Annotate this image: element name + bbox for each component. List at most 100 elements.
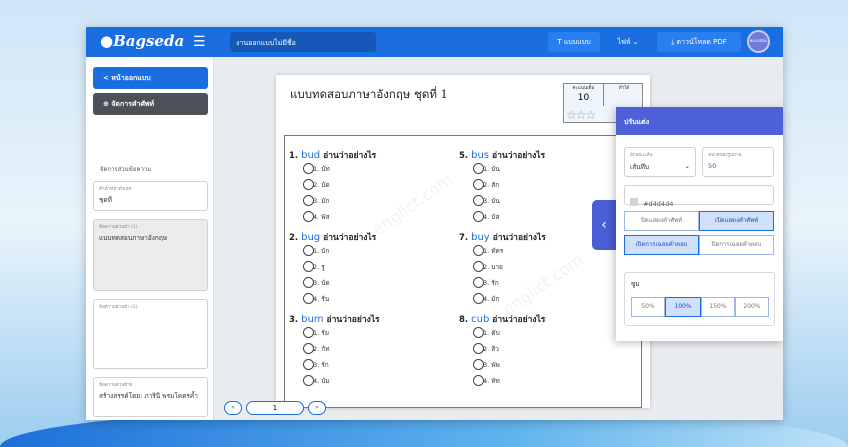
question-prompt: อ่านว่าอย่างไร: [492, 151, 546, 161]
line-style-select[interactable]: ลักษณะเส้น เส้นทึบ ⌄: [624, 147, 696, 177]
color-swatch: [630, 197, 638, 206]
question-item: 5. bus อ่านว่าอย่างไร 1. บัน 2. สัก 3. บัน 4…: [459, 148, 546, 230]
question-word: bum: [301, 314, 324, 325]
hide-answer-button[interactable]: ปิดการเฉลยคำตอบ: [699, 235, 774, 255]
question-column-left: 1. bud อ่านว่าอย่างไร 1. บัท 2. บัด 3. มัก 4…: [289, 148, 380, 394]
question-number: 1.: [289, 151, 299, 161]
field-label: ข้อความส่วนหัว (2): [99, 305, 138, 310]
answer-option[interactable]: 4. มัก: [459, 293, 546, 310]
field-value: สร้างสรรค์โดย: ภารินี พรมโคตรค้ำ: [99, 392, 198, 400]
question-number: 5.: [459, 151, 469, 161]
color-picker[interactable]: #d4d4d4: [624, 185, 774, 208]
answer-option[interactable]: 2. บาย: [459, 261, 546, 278]
question-number: 8.: [459, 315, 469, 325]
size-input[interactable]: ขนาดของรูปภาพ 50: [702, 147, 774, 177]
question-item: 7. buy อ่านว่าอย่างไร 1. ทัคร 2. บาย 3. รัก…: [459, 230, 546, 312]
panel-title: ปรับแต่ง: [616, 107, 783, 135]
answer-option[interactable]: 3. มัก: [289, 195, 380, 212]
question-number: 2.: [289, 233, 299, 243]
field-label: ข้อความส่วนหัว (1): [99, 225, 138, 230]
app-logo[interactable]: ●Bagseda: [100, 32, 184, 50]
header-text-2-field[interactable]: ข้อความส่วนหัว (2): [93, 299, 208, 369]
settings-panel: ปรับแต่ง ลักษณะเส้น เส้นทึบ ⌄ ขนาดของรูป…: [616, 107, 783, 341]
file-menu-button[interactable]: ไฟล์ ⌄: [606, 32, 650, 52]
footer-text-field[interactable]: ข้อความส่วนท้าย สร้างสรรค์โดย: ภารินี พร…: [93, 377, 208, 417]
field-label: ลักษณะเส้น: [630, 153, 653, 158]
question-heading: 1. bud อ่านว่าอย่างไร: [289, 148, 380, 164]
show-vocab-button[interactable]: เปิดแสดงคำศัพท์: [699, 211, 774, 231]
field-label: ข้อความส่วนท้าย: [99, 383, 133, 388]
number-prefix-field[interactable]: คำนำหน้าตัวเลข ชุดที่: [93, 181, 208, 211]
show-answer-button[interactable]: เปิดการเฉลยคำตอบ: [624, 235, 699, 255]
prev-page-button[interactable]: «: [224, 401, 242, 415]
field-value: แบบทดสอบภาษาอังกฤษ: [99, 234, 168, 242]
field-value: ชุดที่: [99, 196, 112, 204]
color-value: #d4d4d4: [643, 200, 674, 208]
answer-option[interactable]: 3. พัพ: [459, 359, 546, 376]
answer-option[interactable]: 4. ทัท: [459, 375, 546, 392]
full-score-value: 10: [577, 93, 590, 103]
field-label: คำนำหน้าตัวเลข: [99, 187, 132, 192]
answer-option[interactable]: 3. บัด: [289, 277, 380, 294]
answer-option[interactable]: 2. สัก: [459, 179, 546, 196]
zoom-group: ซูม 50% 100% 150% 200%: [624, 272, 775, 326]
menu-icon[interactable]: ☰: [193, 34, 206, 50]
avatar[interactable]: BAGSEDA: [747, 30, 770, 53]
question-heading: 7. buy อ่านว่าอย่างไร: [459, 230, 546, 246]
chevron-down-icon: ⌄: [684, 162, 690, 170]
question-item: 1. bud อ่านว่าอย่างไร 1. บัท 2. บัด 3. มัก 4…: [289, 148, 380, 230]
zoom-150-button[interactable]: 150%: [701, 297, 735, 317]
header-text-1-field[interactable]: ข้อความส่วนหัว (1) แบบทดสอบภาษาอังกฤษ: [93, 219, 208, 291]
answer-option[interactable]: 3. บัน: [459, 195, 546, 212]
logo-text: Bagseda: [113, 32, 185, 50]
panel-toggle-chevron-left-icon[interactable]: ‹: [592, 200, 616, 250]
answer-option[interactable]: 4. บัส: [459, 211, 546, 228]
question-prompt: อ่านว่าอย่างไร: [323, 233, 377, 243]
question-column-right: 5. bus อ่านว่าอย่างไร 1. บัน 2. สัก 3. บัน 4…: [459, 148, 546, 394]
answer-option[interactable]: 1. รัม: [289, 327, 380, 344]
zoom-50-button[interactable]: 50%: [631, 297, 665, 317]
next-page-button[interactable]: »: [308, 401, 326, 415]
manage-vocab-button[interactable]: ⊕ จัดการคำศัพท์: [93, 93, 208, 115]
answer-option[interactable]: 2. สิว: [459, 343, 546, 360]
document-name-input[interactable]: งานออกแบบไม่มีชื่อ: [230, 32, 376, 52]
zoom-label: ซูม: [631, 280, 640, 288]
question-prompt: อ่านว่าอย่างไร: [492, 233, 546, 243]
answer-option[interactable]: 3. รัก: [289, 359, 380, 376]
answer-option[interactable]: 1. คับ: [459, 327, 546, 344]
question-heading: 5. bus อ่านว่าอย่างไร: [459, 148, 546, 164]
answer-option[interactable]: 4. พัส: [289, 211, 380, 228]
question-word: buy: [471, 232, 490, 243]
question-number: 7.: [459, 233, 469, 243]
page-number-input[interactable]: 1: [246, 401, 304, 415]
field-label: ขนาดของรูปภาพ: [708, 153, 742, 158]
star-icon: ☆☆☆: [566, 108, 596, 122]
bag-icon: ●: [100, 32, 114, 50]
back-to-design-button[interactable]: < หน้าออกแบบ: [93, 67, 208, 89]
question-word: bud: [301, 150, 321, 161]
full-score-cell: คะแนนเต็ม 10: [564, 84, 604, 106]
answer-option[interactable]: 1. บัท: [289, 163, 380, 180]
answer-option[interactable]: 1. บัก: [289, 245, 380, 262]
answer-option[interactable]: 2. รู: [289, 261, 380, 278]
answer-option[interactable]: 3. รัก: [459, 277, 546, 294]
font-button[interactable]: T แบบแบบ: [548, 32, 600, 52]
question-heading: 8. cub อ่านว่าอย่างไร: [459, 312, 546, 328]
answer-option[interactable]: 2. บัด: [289, 179, 380, 196]
question-item: 8. cub อ่านว่าอย่างไร 1. คับ 2. สิว 3. พัพ 4…: [459, 312, 546, 394]
full-score-label: คะแนนเต็ม: [572, 86, 595, 91]
sidebar: < หน้าออกแบบ ⊕ จัดการคำศัพท์ จัดการส่วนข…: [86, 57, 214, 420]
question-area: 1. bud อ่านว่าอย่างไร 1. บัท 2. บัด 3. มัก 4…: [284, 135, 642, 408]
zoom-200-button[interactable]: 200%: [735, 297, 769, 317]
answer-option[interactable]: 4. บัม: [289, 375, 380, 392]
answer-option[interactable]: 4. รัน: [289, 293, 380, 310]
answer-option[interactable]: 1. บัน: [459, 163, 546, 180]
zoom-100-button[interactable]: 100%: [665, 297, 701, 317]
hide-vocab-button[interactable]: ปิดแสดงคำศัพท์: [624, 211, 699, 231]
question-heading: 3. bum อ่านว่าอย่างไร: [289, 312, 380, 328]
question-prompt: อ่านว่าอย่างไร: [492, 315, 546, 325]
download-pdf-button[interactable]: ⤓ ดาวน์โหลด PDF: [657, 32, 741, 52]
answer-option[interactable]: 1. ทัคร: [459, 245, 546, 262]
answer-option[interactable]: 2. กัท: [289, 343, 380, 360]
got-score-cell: ทำได้: [604, 84, 644, 106]
